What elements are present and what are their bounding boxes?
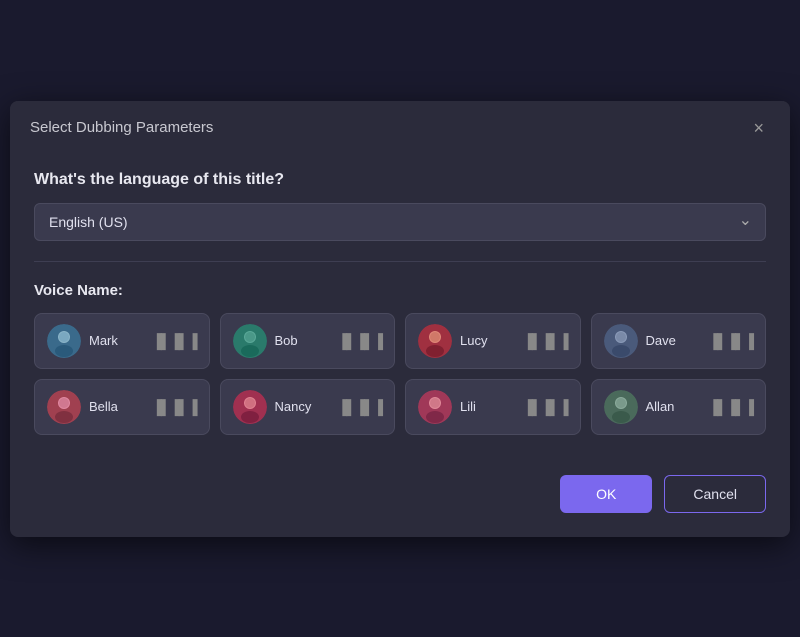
dialog-header: Select Dubbing Parameters × bbox=[10, 101, 790, 151]
avatar-allan bbox=[604, 390, 638, 424]
dialog-body: What's the language of this title? Engli… bbox=[10, 151, 790, 459]
wave-icon-nancy: ▐▌▐▌▐ bbox=[337, 399, 382, 415]
close-button[interactable]: × bbox=[747, 117, 770, 139]
divider bbox=[34, 261, 766, 262]
voice-card-bella[interactable]: Bella ▐▌▐▌▐ bbox=[34, 379, 210, 435]
voice-card-mark[interactable]: Mark ▐▌▐▌▐ bbox=[34, 313, 210, 369]
wave-icon-lili: ▐▌▐▌▐ bbox=[523, 399, 568, 415]
wave-icon-lucy: ▐▌▐▌▐ bbox=[523, 333, 568, 349]
dialog: Select Dubbing Parameters × What's the l… bbox=[10, 101, 790, 537]
voice-name-lucy: Lucy bbox=[460, 333, 515, 348]
avatar-lili bbox=[418, 390, 452, 424]
language-select[interactable]: English (US) Spanish French German Japan… bbox=[34, 203, 766, 241]
voice-label: Voice Name: bbox=[34, 282, 766, 299]
avatar-dave bbox=[604, 324, 638, 358]
language-question: What's the language of this title? bbox=[34, 171, 766, 189]
cancel-button[interactable]: Cancel bbox=[664, 475, 766, 513]
voice-grid: Mark ▐▌▐▌▐ Bob ▐▌▐▌▐ bbox=[34, 313, 766, 435]
avatar-lucy bbox=[418, 324, 452, 358]
wave-icon-dave: ▐▌▐▌▐ bbox=[708, 333, 753, 349]
voice-card-bob[interactable]: Bob ▐▌▐▌▐ bbox=[220, 313, 396, 369]
voice-card-dave[interactable]: Dave ▐▌▐▌▐ bbox=[591, 313, 767, 369]
ok-button[interactable]: OK bbox=[560, 475, 652, 513]
voice-card-lili[interactable]: Lili ▐▌▐▌▐ bbox=[405, 379, 581, 435]
voice-card-nancy[interactable]: Nancy ▐▌▐▌▐ bbox=[220, 379, 396, 435]
avatar-nancy bbox=[233, 390, 267, 424]
avatar-mark bbox=[47, 324, 81, 358]
language-select-wrapper: English (US) Spanish French German Japan… bbox=[34, 203, 766, 241]
dialog-footer: OK Cancel bbox=[10, 459, 790, 537]
voice-name-mark: Mark bbox=[89, 333, 144, 348]
voice-name-allan: Allan bbox=[646, 399, 701, 414]
voice-name-bella: Bella bbox=[89, 399, 144, 414]
voice-card-allan[interactable]: Allan ▐▌▐▌▐ bbox=[591, 379, 767, 435]
avatar-bob bbox=[233, 324, 267, 358]
wave-icon-mark: ▐▌▐▌▐ bbox=[152, 333, 197, 349]
avatar-bella bbox=[47, 390, 81, 424]
voice-name-dave: Dave bbox=[646, 333, 701, 348]
wave-icon-bella: ▐▌▐▌▐ bbox=[152, 399, 197, 415]
wave-icon-allan: ▐▌▐▌▐ bbox=[708, 399, 753, 415]
voice-name-lili: Lili bbox=[460, 399, 515, 414]
dialog-title: Select Dubbing Parameters bbox=[30, 119, 213, 136]
wave-icon-bob: ▐▌▐▌▐ bbox=[337, 333, 382, 349]
voice-name-bob: Bob bbox=[275, 333, 330, 348]
voice-name-nancy: Nancy bbox=[275, 399, 330, 414]
voice-card-lucy[interactable]: Lucy ▐▌▐▌▐ bbox=[405, 313, 581, 369]
